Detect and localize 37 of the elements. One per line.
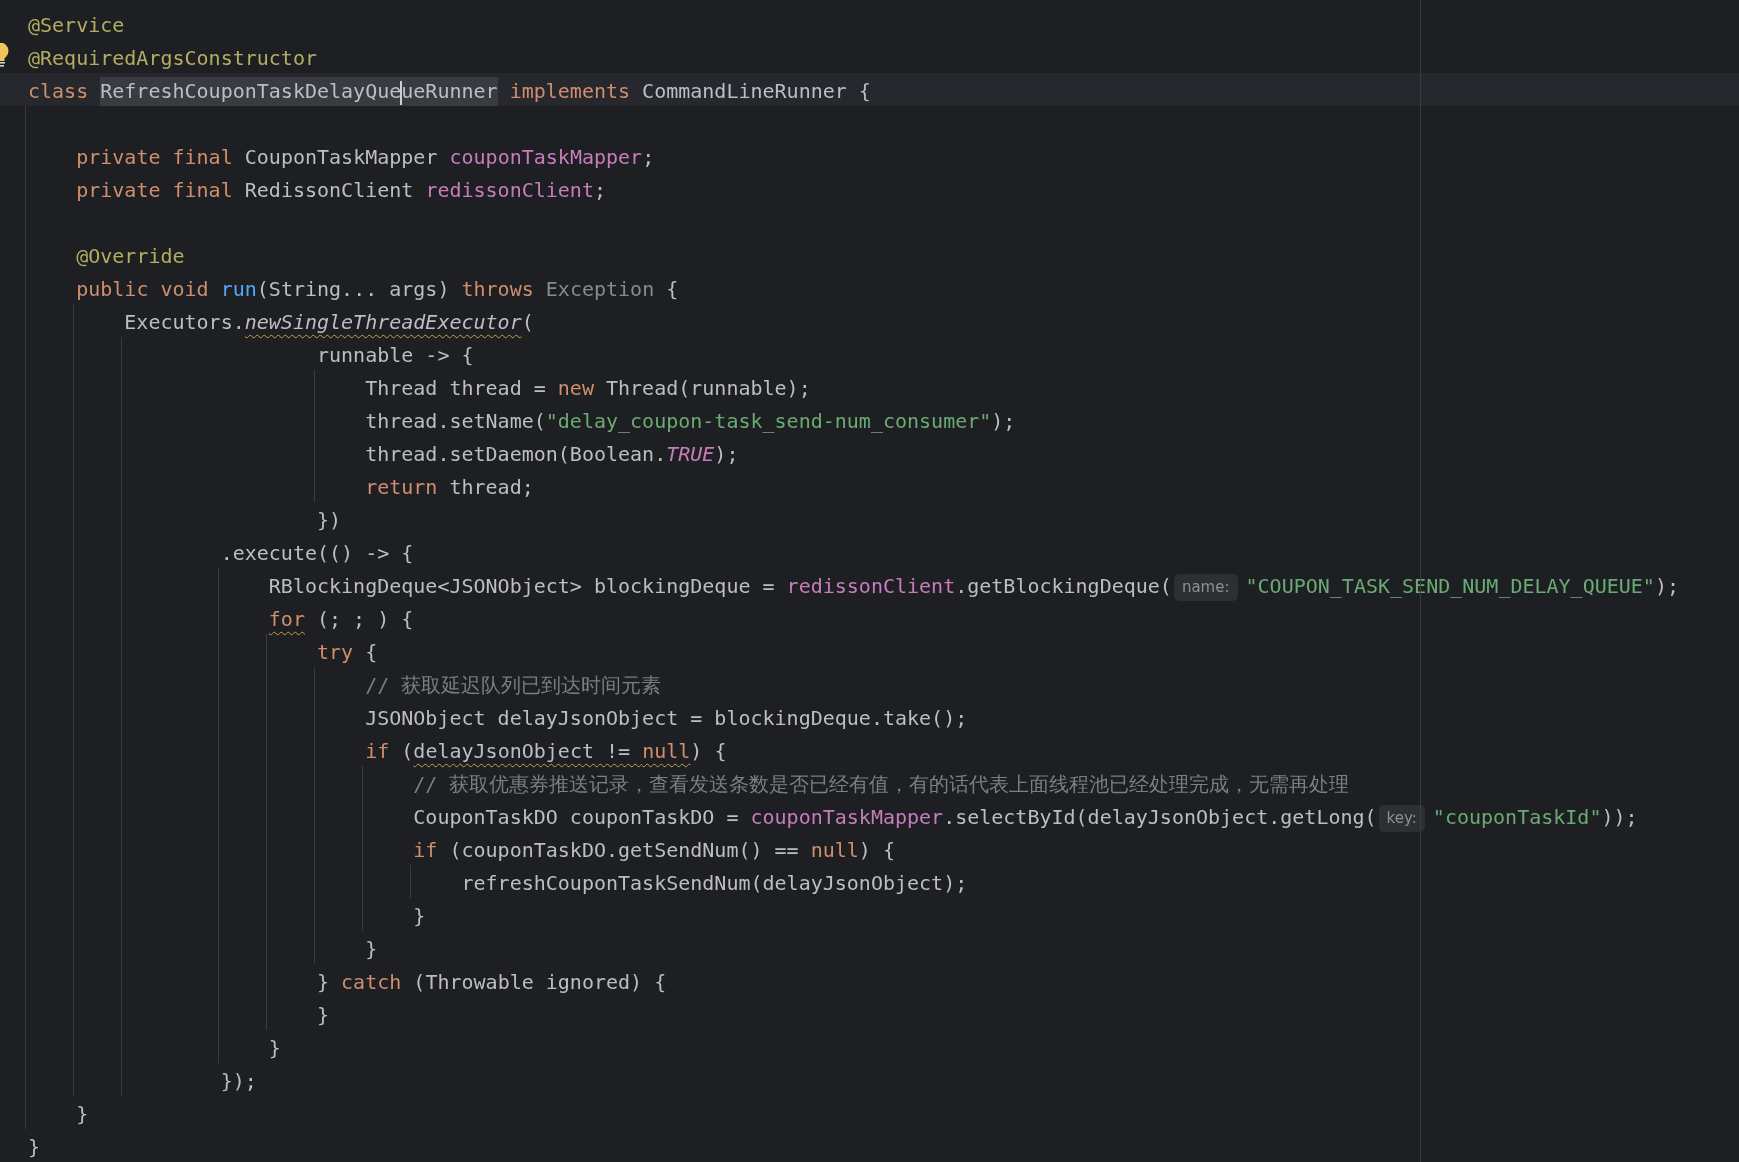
code-line: refreshCouponTaskSendNum(delayJsonObject);: [461, 870, 968, 897]
code-line: }: [365, 936, 378, 963]
code-line: @RequiredArgsConstructor: [28, 45, 317, 72]
parameter-hint: name:: [1173, 574, 1238, 601]
code-line: }): [317, 507, 342, 534]
code-line: Thread thread = new Thread(runnable);: [365, 375, 811, 402]
code-line: if (delayJsonObject != null) {: [365, 738, 727, 765]
code-line: }: [28, 1134, 41, 1161]
lightbulb-icon[interactable]: [0, 43, 10, 67]
parameter-hint: key:: [1378, 805, 1425, 832]
code-line: public void run(String... args) throws Exception {: [76, 276, 679, 303]
code-line: }: [413, 903, 426, 930]
code-line: CouponTaskDO couponTaskDO = couponTaskMapper.selectById(delayJsonObject.getLong( key: "couponTaskId"));: [413, 803, 1638, 832]
code-line: // 获取延迟队列已到达时间元素: [365, 672, 662, 699]
code-line: @Service: [28, 12, 125, 39]
text-cursor: [400, 80, 403, 105]
code-line: RBlockingDeque<JSONObject> blockingDeque = redissonClient.getBlockingDeque( name: "COUPON_TASK_SEND_NUM_DELAY_QUEUE");: [268, 572, 1679, 601]
code-line: }: [76, 1101, 89, 1128]
code-line: thread.setDaemon(Boolean.TRUE);: [365, 441, 739, 468]
code-line: private final CouponTaskMapper couponTaskMapper;: [76, 144, 655, 171]
code-line: try {: [317, 639, 378, 666]
code-line: if (couponTaskDO.getSendNum() == null) {: [413, 837, 895, 864]
code-line: }: [317, 1002, 330, 1029]
code-line: // 获取优惠券推送记录，查看发送条数是否已经有值，有的话代表上面线程池已经处理完成，无需再处理: [413, 771, 1350, 798]
code-line: }: [268, 1035, 281, 1062]
code-line: JSONObject delayJsonObject = blockingDeque.take();: [365, 705, 968, 732]
code-line: Executors.newSingleThreadExecutor(: [124, 309, 534, 336]
code-line: for (; ; ) {: [268, 606, 414, 633]
code-line: return thread;: [365, 474, 534, 501]
code-line: private final RedissonClient redissonClient;: [76, 177, 606, 204]
code-line: thread.setName("delay_coupon-task_send-num_consumer");: [365, 408, 1016, 435]
code-line: class RefreshCouponTaskDelayQueueRunner implements CommandLineRunner {: [28, 77, 871, 106]
code-line: } catch (Throwable ignored) {: [317, 969, 667, 996]
code-line: runnable -> {: [317, 342, 474, 369]
code-line: @Override: [76, 243, 185, 270]
code-line: .execute(() -> {: [220, 540, 414, 567]
code-line: });: [220, 1068, 257, 1095]
